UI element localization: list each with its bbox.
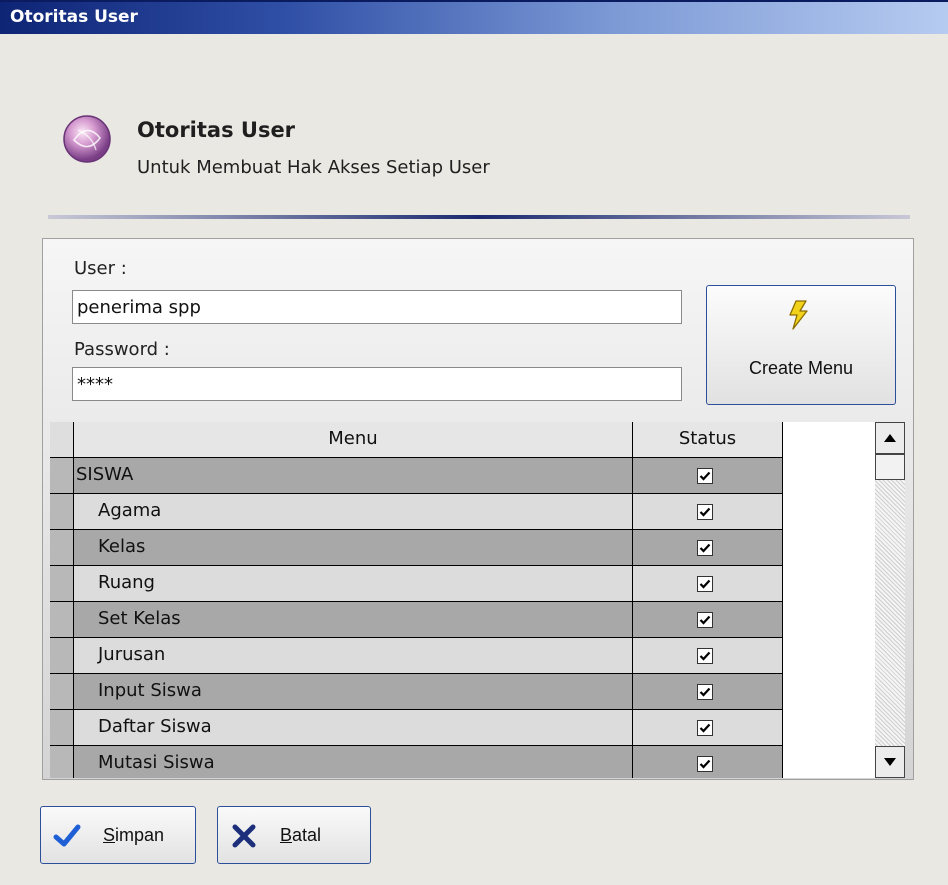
- x-icon: [230, 823, 258, 849]
- table-row[interactable]: Jurusan: [50, 638, 783, 674]
- cancel-button-label: Batal: [280, 825, 322, 845]
- scroll-down-button[interactable]: [875, 746, 905, 778]
- status-checkbox[interactable]: [697, 684, 713, 700]
- cancel-button[interactable]: Batal: [217, 806, 371, 864]
- row-selector[interactable]: [50, 566, 74, 602]
- create-menu-label: Create Menu: [748, 358, 854, 378]
- menu-cell[interactable]: Mutasi Siswa: [74, 746, 633, 778]
- table-row[interactable]: Mutasi Siswa: [50, 746, 783, 778]
- save-button[interactable]: Simpan: [40, 806, 196, 864]
- grid-scrollbar[interactable]: [875, 422, 905, 778]
- row-selector[interactable]: [50, 458, 74, 494]
- menu-cell[interactable]: Agama: [74, 494, 633, 530]
- table-row[interactable]: Daftar Siswa: [50, 710, 783, 746]
- grid-corner: [50, 422, 74, 458]
- status-checkbox[interactable]: [697, 468, 713, 484]
- status-cell: [633, 746, 783, 778]
- table-row[interactable]: Input Siswa: [50, 674, 783, 710]
- table-row[interactable]: Set Kelas: [50, 602, 783, 638]
- arrow-down-icon: [884, 758, 896, 766]
- create-menu-button[interactable]: Create Menu: [706, 285, 896, 405]
- status-cell: [633, 458, 783, 494]
- table-row[interactable]: SISWA: [50, 458, 783, 494]
- user-field[interactable]: penerima spp: [72, 290, 682, 324]
- menu-cell[interactable]: Kelas: [74, 530, 633, 566]
- status-cell: [633, 638, 783, 674]
- password-label: Password :: [74, 339, 170, 360]
- menu-cell[interactable]: Jurusan: [74, 638, 633, 674]
- menu-grid: Menu Status SISWA Agama Kelas Ruang Set Kela…: [50, 422, 905, 778]
- menu-cell[interactable]: Ruang: [74, 566, 633, 602]
- lightning-bolt-icon: [787, 300, 811, 330]
- status-cell: [633, 566, 783, 602]
- row-selector[interactable]: [50, 674, 74, 710]
- row-selector[interactable]: [50, 530, 74, 566]
- window-titlebar: Otoritas User: [0, 0, 948, 34]
- scroll-up-button[interactable]: [875, 422, 905, 454]
- table-row[interactable]: Agama: [50, 494, 783, 530]
- arrow-up-icon: [884, 434, 896, 442]
- page-subtitle: Untuk Membuat Hak Akses Setiap User: [137, 157, 490, 178]
- status-checkbox[interactable]: [697, 756, 713, 772]
- table-row[interactable]: Kelas: [50, 530, 783, 566]
- status-checkbox[interactable]: [697, 504, 713, 520]
- row-selector[interactable]: [50, 746, 74, 778]
- row-selector[interactable]: [50, 602, 74, 638]
- status-cell: [633, 530, 783, 566]
- status-cell: [633, 674, 783, 710]
- column-header-status[interactable]: Status: [633, 422, 783, 458]
- menu-cell[interactable]: Daftar Siswa: [74, 710, 633, 746]
- password-field[interactable]: ****: [72, 367, 682, 401]
- status-checkbox[interactable]: [697, 612, 713, 628]
- window-title: Otoritas User: [10, 7, 138, 27]
- check-icon: [53, 823, 81, 849]
- save-button-label: Simpan: [103, 825, 165, 845]
- scroll-thumb[interactable]: [875, 454, 905, 480]
- status-checkbox[interactable]: [697, 576, 713, 592]
- page-title: Otoritas User: [137, 118, 296, 142]
- table-row[interactable]: Ruang: [50, 566, 783, 602]
- status-cell: [633, 494, 783, 530]
- row-selector[interactable]: [50, 494, 74, 530]
- purple-orb-icon: [62, 114, 112, 164]
- status-cell: [633, 602, 783, 638]
- header-separator: [48, 215, 910, 219]
- menu-cell[interactable]: Input Siswa: [74, 674, 633, 710]
- status-checkbox[interactable]: [697, 540, 713, 556]
- column-header-menu[interactable]: Menu: [74, 422, 633, 458]
- menu-cell[interactable]: SISWA: [74, 458, 633, 494]
- row-selector[interactable]: [50, 638, 74, 674]
- status-checkbox[interactable]: [697, 720, 713, 736]
- status-cell: [633, 710, 783, 746]
- menu-cell[interactable]: Set Kelas: [74, 602, 633, 638]
- user-label: User :: [74, 258, 127, 279]
- row-selector[interactable]: [50, 710, 74, 746]
- status-checkbox[interactable]: [697, 648, 713, 664]
